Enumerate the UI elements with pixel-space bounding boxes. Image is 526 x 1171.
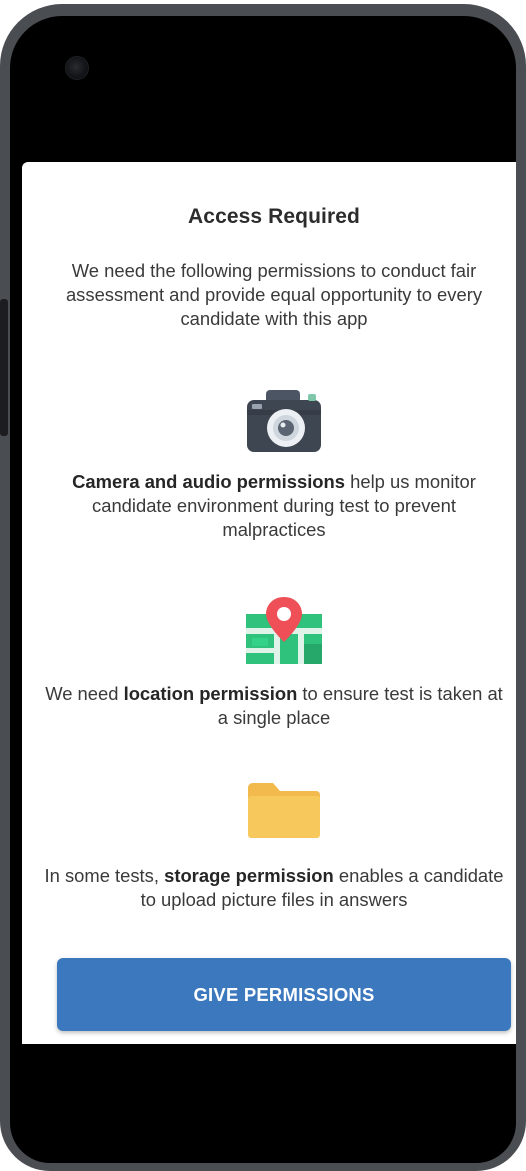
permission-screen: Access Required We need the following pe… [22,162,516,1044]
folder-icon [248,783,320,838]
phone-bezel: Access Required We need the following pe… [10,16,516,1163]
location-permission-before: We need [45,683,124,704]
location-permission-bold: location permission [123,683,298,704]
side-button [0,299,8,436]
camera-permission-bold: Camera and audio permissions [72,471,346,492]
storage-permission-bold: storage permission [164,865,334,886]
storage-permission-before: In some tests, [44,865,165,886]
intro-text: We need the following permissions to con… [65,260,483,329]
location-permission-text: We need location permission to ensure te… [44,682,504,730]
camera-permission-text: Camera and audio permissions help us mon… [44,470,504,542]
front-camera [65,56,89,80]
page-title: Access Required [188,205,360,228]
storage-permission-text: In some tests, storage permission enable… [44,864,504,912]
phone-frame: Access Required We need the following pe… [0,4,526,1171]
map-location-icon [246,597,322,664]
camera-icon [247,390,321,452]
stage: Access Required We need the following pe… [0,0,526,1171]
give-permissions-button[interactable]: GIVE PERMISSIONS [57,958,511,1031]
permission-content: Access Required We need the following pe… [22,162,516,1044]
